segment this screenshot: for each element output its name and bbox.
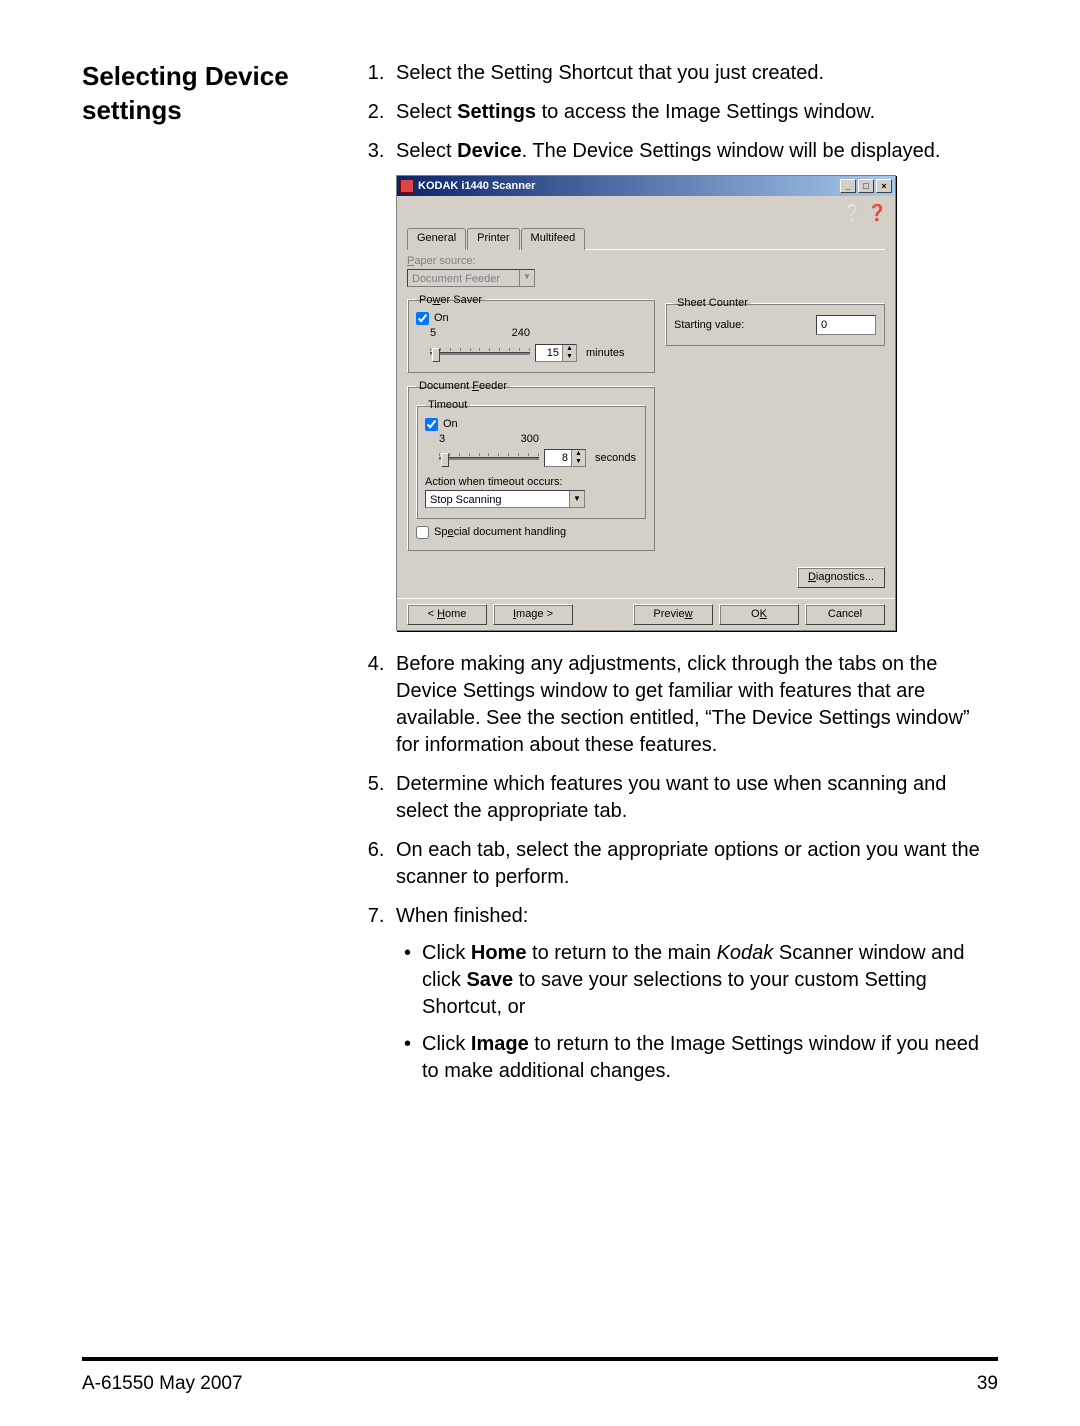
bold-image: Image xyxy=(471,1033,529,1055)
sheet-counter-legend: Sheet Counter xyxy=(674,296,751,311)
chevron-down-icon[interactable]: ▼ xyxy=(569,491,584,507)
spin-up[interactable]: ▲ xyxy=(562,345,576,353)
slider-min: 3 xyxy=(439,432,445,447)
image-button[interactable]: Image > xyxy=(493,604,573,625)
text: . The Device Settings window will be dis… xyxy=(522,140,941,162)
footer-right: 39 xyxy=(977,1371,998,1397)
action-combo[interactable]: Stop Scanning ▼ xyxy=(425,490,585,508)
minimize-button[interactable]: _ xyxy=(840,179,856,193)
timeout-legend: Timeout xyxy=(425,398,470,413)
timeout-spinbox[interactable]: ▲▼ xyxy=(544,449,586,467)
step-1: Select the Setting Shortcut that you jus… xyxy=(390,60,998,87)
info-icon[interactable]: ❔ xyxy=(843,203,861,221)
section-heading: Selecting Device settings xyxy=(82,60,312,128)
power-saver-on-checkbox[interactable]: On xyxy=(416,311,646,326)
power-saver-value[interactable] xyxy=(536,345,562,361)
document-feeder-group: Document Feeder Timeout On xyxy=(407,379,655,551)
t: Click xyxy=(422,942,471,964)
checkbox[interactable] xyxy=(425,418,438,431)
unit-label: minutes xyxy=(586,346,625,361)
starting-value-input[interactable]: 0 xyxy=(816,315,876,336)
device-settings-dialog: KODAK i1440 Scanner _ □ × ❔ ❓ xyxy=(396,175,896,631)
step-list: Select the Setting Shortcut that you jus… xyxy=(360,60,998,1085)
button-bar: < Home Image > Preview OK Cancel xyxy=(397,598,895,630)
slider-max: 300 xyxy=(521,432,539,447)
tab-strip: General Printer Multifeed xyxy=(407,227,885,250)
window-title: KODAK i1440 Scanner xyxy=(418,179,535,194)
starting-value-label: Starting value: xyxy=(674,318,744,333)
power-saver-spinbox[interactable]: ▲▼ xyxy=(535,344,577,362)
step-6: On each tab, select the appropriate opti… xyxy=(390,837,998,891)
step-4: Before making any adjustments, click thr… xyxy=(390,651,998,759)
italic-kodak: Kodak xyxy=(717,942,774,964)
step-5: Determine which features you want to use… xyxy=(390,771,998,825)
paper-source-combo: Document Feeder ▼ xyxy=(407,269,535,287)
power-saver-legend: Power Saver xyxy=(416,293,485,308)
help-icon[interactable]: ❓ xyxy=(867,203,885,221)
action-value: Stop Scanning xyxy=(426,491,569,507)
tab-printer[interactable]: Printer xyxy=(467,228,519,250)
dialog-screenshot: KODAK i1440 Scanner _ □ × ❔ ❓ xyxy=(396,175,998,631)
bold-save: Save xyxy=(466,969,513,991)
text: When finished: xyxy=(396,905,528,927)
special-doc-checkbox[interactable]: Special document handling xyxy=(416,525,646,540)
step-2: Select Settings to access the Image Sett… xyxy=(390,99,998,126)
text: Select xyxy=(396,101,457,123)
text: to access the Image Settings window. xyxy=(536,101,875,123)
close-button[interactable]: × xyxy=(876,179,892,193)
label: On xyxy=(434,311,449,326)
timeout-value[interactable] xyxy=(545,450,571,466)
bullet-2: Click Image to return to the Image Setti… xyxy=(422,1031,998,1085)
slider-thumb[interactable] xyxy=(432,348,440,362)
label: Special document handling xyxy=(434,525,566,540)
checkbox[interactable] xyxy=(416,312,429,325)
timeout-slider[interactable] xyxy=(439,457,539,460)
spin-down[interactable]: ▼ xyxy=(571,458,585,466)
tab-multifeed[interactable]: Multifeed xyxy=(521,228,586,250)
maximize-button[interactable]: □ xyxy=(858,179,874,193)
bold-device: Device xyxy=(457,140,522,162)
slider-max: 240 xyxy=(512,326,530,341)
timeout-on-checkbox[interactable]: On xyxy=(425,417,637,432)
chevron-down-icon: ▼ xyxy=(519,270,534,286)
app-icon xyxy=(400,179,414,193)
checkbox[interactable] xyxy=(416,526,429,539)
step-7: When finished: Click Home to return to t… xyxy=(390,903,998,1085)
footer-left: A-61550 May 2007 xyxy=(82,1371,243,1397)
bold-home: Home xyxy=(471,942,527,964)
titlebar: KODAK i1440 Scanner _ □ × xyxy=(397,176,895,196)
bullet-1: Click Home to return to the main Kodak S… xyxy=(422,940,998,1021)
slider-thumb[interactable] xyxy=(441,453,449,467)
spin-up[interactable]: ▲ xyxy=(571,450,585,458)
tab-general[interactable]: General xyxy=(407,228,466,250)
text: Select xyxy=(396,140,457,162)
timeout-group: Timeout On 3 300 xyxy=(416,398,646,519)
diagnostics-button[interactable]: Diagnostics... xyxy=(797,567,885,588)
power-saver-group: Power Saver On 5 240 xyxy=(407,293,655,374)
slider-min: 5 xyxy=(430,326,436,341)
label: On xyxy=(443,417,458,432)
home-button[interactable]: < Home xyxy=(407,604,487,625)
cancel-button[interactable]: Cancel xyxy=(805,604,885,625)
paper-source-label: Paper source: xyxy=(407,254,655,269)
ok-button[interactable]: OK xyxy=(719,604,799,625)
paper-source-value: Document Feeder xyxy=(408,270,519,286)
page-footer: A-61550 May 2007 39 xyxy=(82,1371,998,1397)
power-saver-slider[interactable] xyxy=(430,352,530,355)
action-label: Action when timeout occurs: xyxy=(425,475,637,490)
bold-settings: Settings xyxy=(457,101,536,123)
t: Click xyxy=(422,1033,471,1055)
sheet-counter-group: Sheet Counter Starting value: 0 xyxy=(665,296,885,347)
unit-label: seconds xyxy=(595,451,636,466)
doc-feeder-legend: Document Feeder xyxy=(416,379,510,394)
preview-button[interactable]: Preview xyxy=(633,604,713,625)
page-rule xyxy=(82,1357,998,1361)
t: to return to the main xyxy=(526,942,716,964)
spin-down[interactable]: ▼ xyxy=(562,353,576,361)
step-3: Select Device. The Device Settings windo… xyxy=(390,138,998,631)
